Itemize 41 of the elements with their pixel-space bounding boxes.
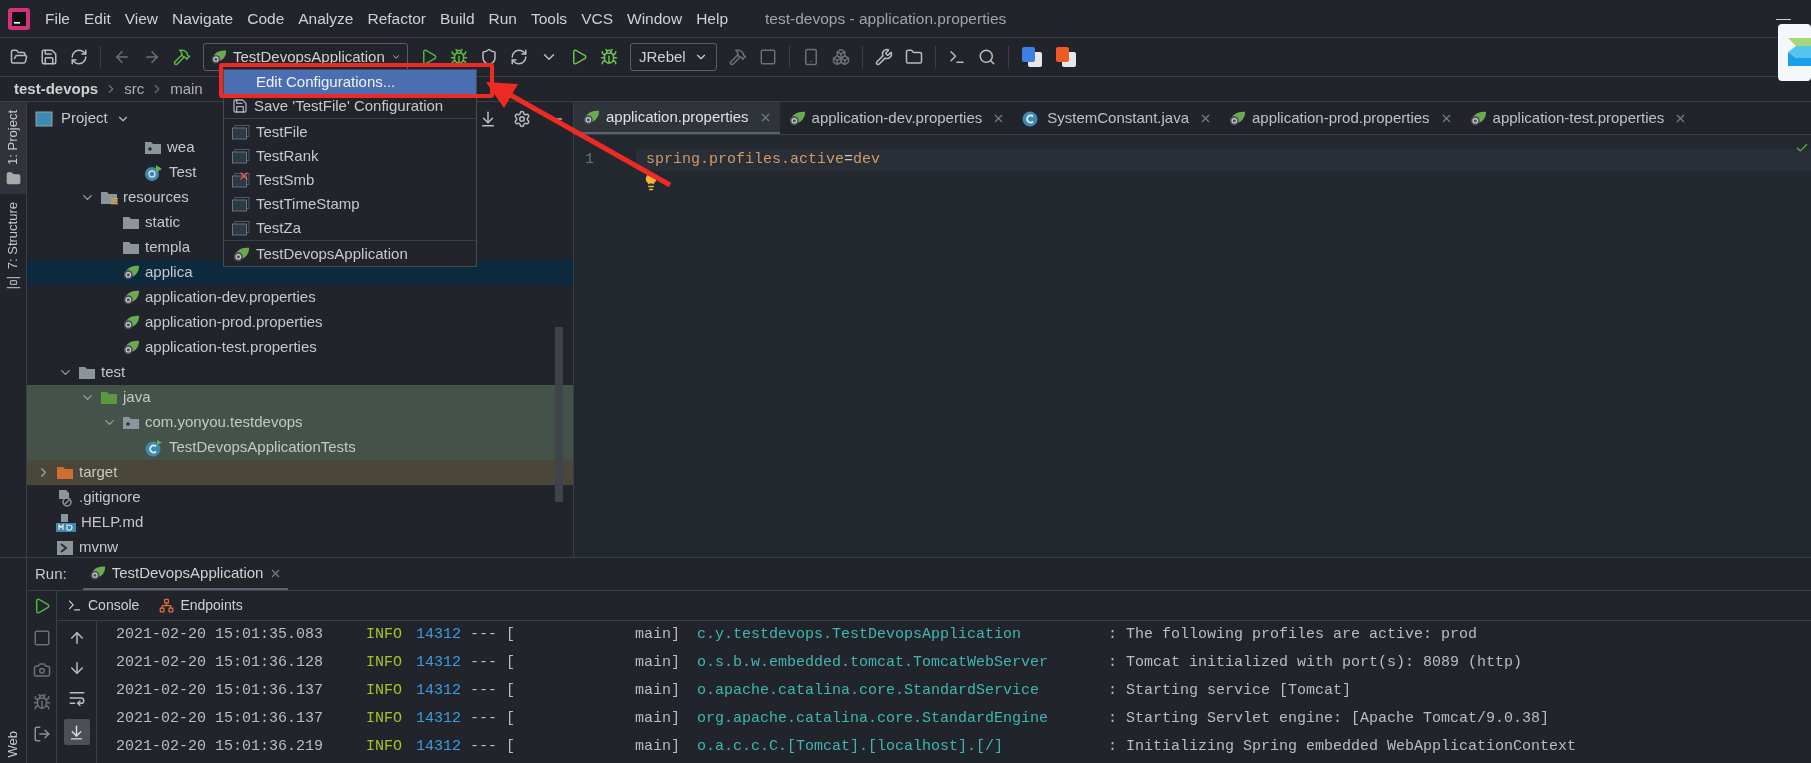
log-separator: --- [ (470, 736, 516, 757)
log-separator: --- [ (470, 652, 516, 673)
log-pid: 14312 (416, 708, 462, 729)
log-thread: main] (635, 736, 681, 757)
line-number: 1 (584, 150, 594, 170)
log-thread: main] (635, 708, 681, 729)
log-pid: 14312 (416, 736, 462, 757)
log-pid: 14312 (416, 680, 462, 701)
log-level: INFO (366, 680, 403, 701)
log-level: INFO (366, 652, 403, 673)
log-timestamp: 2021-02-20 15:01:36.128 (116, 652, 325, 673)
log-message: : Starting service [Tomcat] (1108, 680, 1352, 701)
log-thread: main] (635, 652, 681, 673)
property-value: dev (853, 149, 881, 170)
log-pid: 14312 (416, 652, 462, 673)
log-level: INFO (366, 708, 403, 729)
log-separator: --- [ (470, 624, 516, 645)
log-logger: org.apache.catalina.core.StandardEngine (697, 708, 1050, 729)
window-title: test-devops - application.properties (765, 8, 1007, 29)
log-timestamp: 2021-02-20 15:01:36.219 (116, 736, 325, 757)
log-logger: o.s.b.w.embedded.tomcat.TomcatWebServer (697, 652, 1050, 673)
panel-title: Run: (35, 563, 67, 584)
log-separator: --- [ (470, 680, 516, 701)
property-key: spring.profiles.active (646, 148, 845, 172)
equals-sign: = (844, 149, 854, 170)
log-separator: --- [ (470, 708, 516, 729)
log-logger: o.apache.catalina.core.StandardService (697, 680, 1041, 701)
log-level: INFO (366, 736, 403, 757)
log-thread: main] (635, 624, 681, 645)
log-message: : The following profiles are active: prod (1108, 624, 1478, 645)
log-thread: main] (635, 680, 681, 701)
log-message: : Tomcat initialized with port(s): 8089 (http) (1108, 652, 1523, 673)
log-timestamp: 2021-02-20 15:01:36.137 (116, 680, 325, 701)
log-message: : Starting Servlet engine: [Apache Tomcat/9.0.38] (1108, 708, 1550, 729)
log-logger: o.a.c.c.C.[Tomcat].[localhost].[/] (697, 736, 1005, 757)
log-timestamp: 2021-02-20 15:01:36.137 (116, 708, 325, 729)
log-logger: c.y.testdevops.TestDevopsApplication (697, 624, 1023, 645)
log-pid: 14312 (416, 624, 462, 645)
log-level: INFO (366, 624, 403, 645)
log-timestamp: 2021-02-20 15:01:35.083 (116, 624, 325, 645)
log-message: : Initializing Spring embedded WebApplicationContext (1108, 736, 1577, 757)
